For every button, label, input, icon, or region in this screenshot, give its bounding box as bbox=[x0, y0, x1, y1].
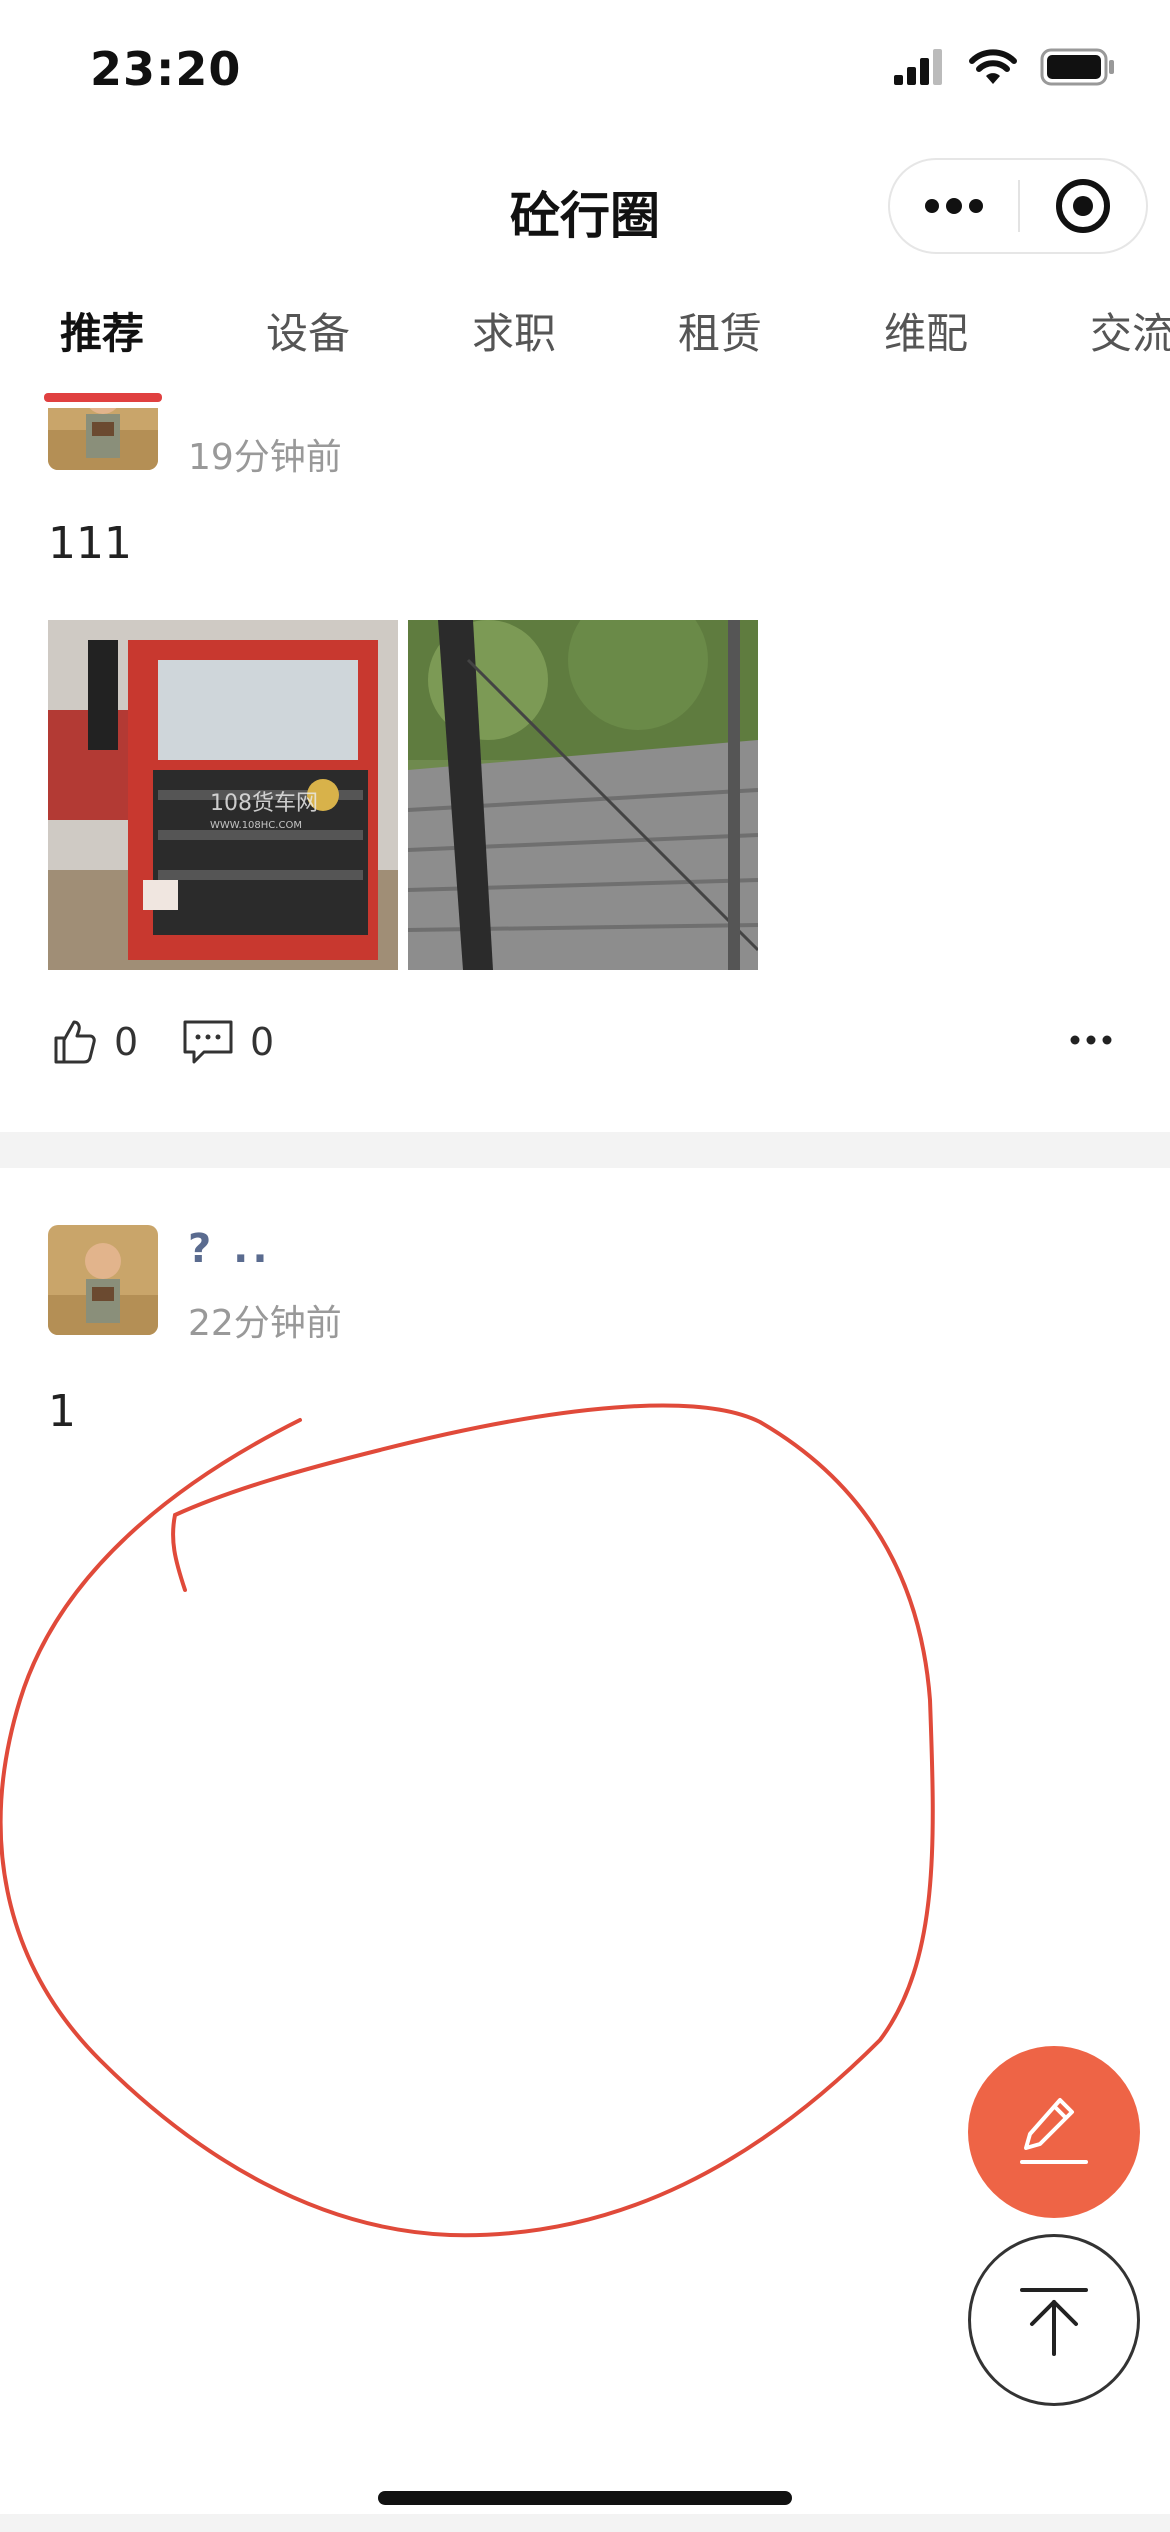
like-button[interactable]: 0 bbox=[50, 1018, 138, 1066]
post-author[interactable]: ? .. bbox=[188, 1226, 272, 1272]
like-icon bbox=[54, 1020, 96, 1064]
back-to-top-icon bbox=[1020, 2288, 1088, 2356]
image-watermark: 108货车网 bbox=[210, 791, 318, 816]
post-time: 19分钟前 bbox=[188, 437, 342, 478]
bottom-safe-area bbox=[0, 2514, 1170, 2532]
home-indicator bbox=[378, 2491, 792, 2505]
like-count: 0 bbox=[114, 1020, 139, 1064]
post-divider bbox=[0, 1132, 1170, 1168]
post-image[interactable] bbox=[408, 620, 758, 970]
more-button[interactable] bbox=[890, 160, 1018, 252]
avatar[interactable] bbox=[48, 1225, 158, 1335]
tab-active-indicator bbox=[44, 393, 162, 402]
comment-count: 0 bbox=[250, 1020, 275, 1064]
mini-program-capsule bbox=[888, 158, 1148, 254]
tab-jobs[interactable]: 求职 bbox=[472, 300, 556, 361]
wifi-icon bbox=[969, 49, 1017, 84]
tab-recommend[interactable]: 推荐 bbox=[60, 300, 144, 361]
target-icon bbox=[1055, 179, 1110, 233]
create-post-button[interactable] bbox=[968, 2046, 1140, 2218]
post-text: 111 bbox=[48, 518, 132, 569]
post-more-button[interactable] bbox=[1070, 1030, 1112, 1049]
tab-equipment[interactable]: 设备 bbox=[266, 300, 350, 361]
category-tabs: 推荐 设备 求职 租赁 维配 交流 bbox=[0, 300, 1170, 400]
comment-icon bbox=[183, 1020, 233, 1064]
tab-parts[interactable]: 维配 bbox=[884, 300, 968, 361]
post-image[interactable]: 108货车网 WWW.108HC.COM bbox=[48, 620, 398, 970]
annotation-circle bbox=[0, 1403, 935, 2238]
tab-exchange[interactable]: 交流 bbox=[1090, 300, 1170, 361]
image-watermark-url: WWW.108HC.COM bbox=[210, 820, 302, 831]
post-time: 22分钟前 bbox=[188, 1303, 342, 1344]
signal-icon bbox=[894, 49, 942, 85]
status-icons bbox=[894, 48, 1116, 86]
more-icon bbox=[925, 198, 983, 214]
comment-button[interactable]: 0 bbox=[182, 1018, 274, 1066]
pencil-icon bbox=[1020, 2098, 1088, 2164]
close-button[interactable] bbox=[1020, 160, 1146, 252]
back-to-top-button[interactable] bbox=[968, 2234, 1140, 2406]
more-icon bbox=[1070, 1035, 1112, 1045]
status-time: 23:20 bbox=[90, 42, 242, 96]
tab-rental[interactable]: 租赁 bbox=[678, 300, 762, 361]
battery-icon bbox=[1040, 48, 1114, 86]
